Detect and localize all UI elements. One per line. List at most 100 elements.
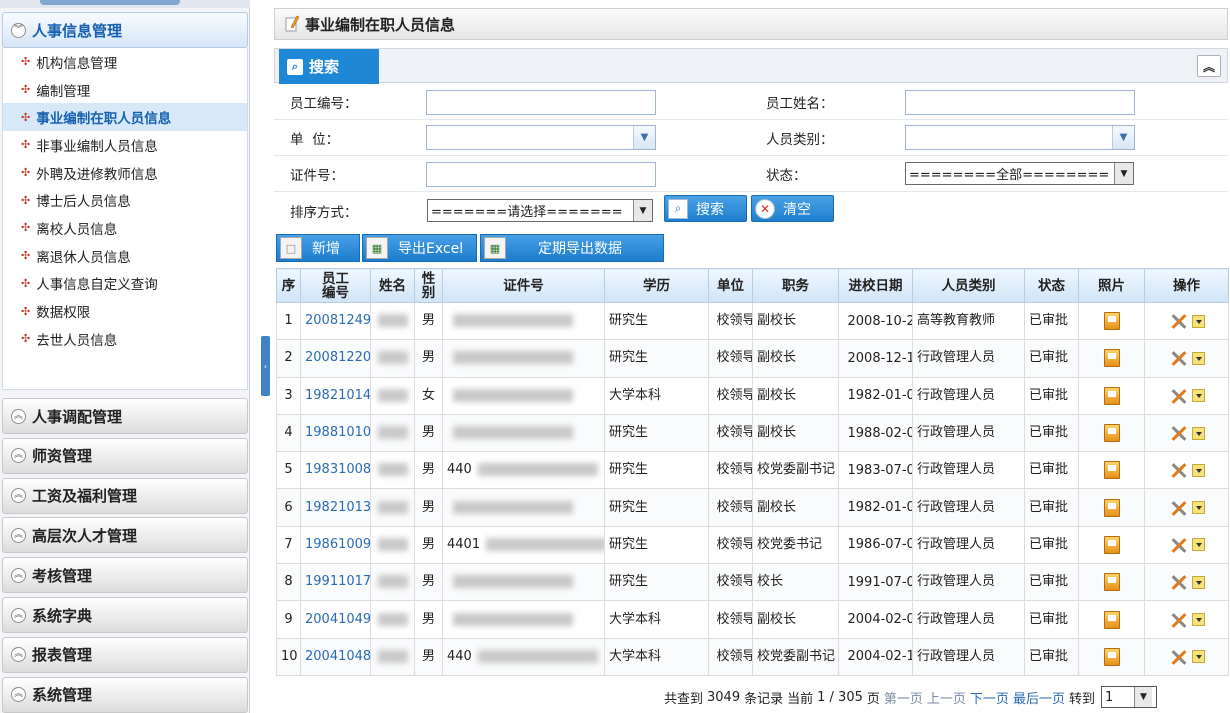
tools-icon[interactable] [1168, 348, 1188, 368]
col-category[interactable]: 人员类别 [912, 268, 1025, 303]
table-row[interactable]: 6 19821013 男 研究生校领导副校长 1982-01-01行政管理人员已审批 [276, 488, 1229, 527]
tools-icon[interactable] [1168, 572, 1188, 592]
sidebar-collapse-handle[interactable]: ‹ [261, 336, 270, 396]
emp-no-link[interactable]: 19821014 [305, 388, 370, 403]
dropdown-arrow-icon[interactable] [1192, 463, 1205, 477]
dropdown-arrow-icon[interactable] [1192, 426, 1205, 440]
sidebar-subitem[interactable]: ✣ 数据权限 [3, 297, 247, 325]
dropdown-arrow-icon[interactable] [1192, 575, 1205, 589]
sidebar-subitem[interactable]: ✣ 去世人员信息 [3, 325, 247, 353]
search-tab[interactable]: ⌕ 搜索 [279, 49, 379, 84]
tools-icon[interactable] [1168, 498, 1188, 518]
sidebar-section[interactable]: ︽ 工资及福利管理 [2, 477, 248, 514]
sidebar-subitem[interactable]: ✣ 外聘及进修教师信息 [3, 159, 247, 187]
dropdown-arrow-icon[interactable] [1192, 389, 1205, 403]
unit-select[interactable]: ▼ [426, 125, 656, 150]
tools-icon[interactable] [1168, 386, 1188, 406]
table-row[interactable]: 8 19911017 男 研究生校领导校长 1991-07-01行政管理人员已审批 [276, 563, 1229, 602]
status-select[interactable]: ========全部======== ▼ [905, 162, 1134, 185]
emp-no-link[interactable]: 19911017 [305, 574, 370, 589]
photo-icon[interactable] [1103, 573, 1120, 592]
photo-icon[interactable] [1103, 610, 1120, 629]
photo-icon[interactable] [1103, 349, 1120, 368]
sidebar-section[interactable]: ︽ 系统管理 [2, 676, 248, 713]
dropdown-arrow-icon[interactable] [1192, 351, 1205, 365]
col-name[interactable]: 姓名 [370, 268, 415, 303]
dropdown-arrow-icon[interactable] [1192, 501, 1205, 515]
sidebar-subitem[interactable]: ✣ 博士后人员信息 [3, 186, 247, 214]
emp-no-link[interactable]: 19881010 [305, 425, 370, 440]
col-unit[interactable]: 单位 [708, 268, 753, 303]
photo-icon[interactable] [1103, 312, 1120, 331]
col-entry-date[interactable]: 进校日期 [838, 268, 913, 303]
table-row[interactable]: 2 20081220 男 研究生校领导副校长 2008-12-18行政管理人员已审批 [276, 339, 1229, 378]
table-row[interactable]: 10 20041048 男440 大学本科校领导校党委副书记 2004-02-17行政管… [276, 637, 1229, 676]
col-gender[interactable]: 性别 [414, 268, 443, 303]
photo-icon[interactable] [1103, 498, 1120, 517]
pager-first[interactable]: 第一页 [884, 688, 923, 707]
table-row[interactable]: 1 20081249 男 研究生校领导副校长 2008-10-27高等教育教师已审批 [276, 301, 1229, 341]
table-row[interactable]: 3 19821014 女 大学本科校领导副校长 1982-01-01行政管理人员已审批 [276, 376, 1229, 415]
photo-icon[interactable] [1103, 386, 1120, 405]
table-row[interactable]: 9 20041049 男 大学本科校领导副校长 2004-02-01行政管理人员已审批 [276, 600, 1229, 639]
photo-icon[interactable] [1103, 647, 1120, 666]
photo-icon[interactable] [1103, 461, 1120, 480]
scheduled-export-button[interactable]: ▦ 定期导出数据 [480, 234, 664, 262]
sidebar-section[interactable]: ︽ 报表管理 [2, 636, 248, 673]
id-no-input[interactable] [426, 162, 656, 187]
emp-no-link[interactable]: 20081249 [305, 313, 370, 328]
sort-select[interactable]: =======请选择======= ▼ [427, 199, 653, 222]
pager-prev[interactable]: 上一页 [927, 688, 966, 707]
tools-icon[interactable] [1168, 311, 1188, 331]
sidebar-subitem[interactable]: ✣ 离校人员信息 [3, 214, 247, 242]
pager-last[interactable]: 最后一页 [1013, 688, 1065, 707]
tools-icon[interactable] [1168, 610, 1188, 630]
sidebar-subitem[interactable]: ✣ 人事信息自定义查询 [3, 270, 247, 298]
tools-icon[interactable] [1168, 460, 1188, 480]
dropdown-arrow-icon[interactable] [1192, 314, 1205, 328]
table-row[interactable]: 4 19881010 男 研究生校领导副校长 1988-02-01行政管理人员已审批 [276, 413, 1229, 453]
sidebar-section[interactable]: ︽ 师资管理 [2, 437, 248, 474]
tools-icon[interactable] [1168, 535, 1188, 555]
sidebar-section[interactable]: ︽ 系统字典 [2, 597, 248, 633]
sidebar-subitem[interactable]: ✣ 事业编制在职人员信息 [3, 103, 247, 132]
emp-no-link[interactable]: 20081220 [305, 350, 370, 365]
emp-no-link[interactable]: 20041049 [305, 612, 370, 627]
collapse-search-button[interactable]: ︽ [1197, 55, 1221, 77]
col-education[interactable]: 学历 [604, 268, 709, 303]
sidebar-section[interactable]: ︽ 考核管理 [2, 557, 248, 594]
sidebar-section[interactable]: ︽ 人事调配管理 [2, 398, 248, 434]
tools-icon[interactable] [1168, 647, 1188, 667]
pager-next[interactable]: 下一页 [970, 688, 1009, 707]
sidebar-subitem[interactable]: ✣ 机构信息管理 [3, 48, 247, 76]
search-button[interactable]: ⌕ 搜索 [664, 195, 747, 222]
clear-button[interactable]: ✕ 清空 [751, 195, 834, 222]
sidebar-subitem[interactable]: ✣ 非事业编制人员信息 [3, 131, 247, 159]
sidebar-section[interactable]: ︽ 高层次人才管理 [2, 517, 248, 554]
emp-no-link[interactable]: 19861009 [305, 537, 370, 552]
photo-icon[interactable] [1103, 424, 1120, 443]
tools-icon[interactable] [1168, 423, 1188, 443]
table-row[interactable]: 5 19831008 男440 研究生校领导校党委副书记 1983-07-01行政管理人… [276, 451, 1229, 490]
emp-no-link[interactable]: 20041048 [305, 649, 370, 664]
dropdown-arrow-icon[interactable] [1192, 650, 1205, 664]
export-excel-button[interactable]: ▦ 导出Excel [362, 234, 477, 262]
emp-name-input[interactable] [905, 90, 1135, 115]
sidebar-subitem[interactable]: ✣ 编制管理 [3, 76, 247, 104]
sidebar-subitem[interactable]: ✣ 离退休人员信息 [3, 242, 247, 270]
col-emp-no[interactable]: 员工编号 [300, 268, 371, 303]
sidebar-section-hr-info[interactable]: ︾ 人事信息管理 [2, 12, 248, 48]
category-select[interactable]: ▼ [905, 125, 1135, 150]
emp-no-link[interactable]: 19821013 [305, 500, 370, 515]
col-id-no[interactable]: 证件号 [442, 268, 605, 303]
dropdown-arrow-icon[interactable] [1192, 613, 1205, 627]
photo-icon[interactable] [1103, 535, 1120, 554]
emp-no-link[interactable]: 19831008 [305, 462, 370, 477]
emp-no-input[interactable] [426, 90, 656, 115]
add-button[interactable]: □ 新增 [276, 234, 360, 262]
col-position[interactable]: 职务 [752, 268, 839, 303]
pager-goto-select[interactable]: 1 ▼ [1100, 686, 1157, 708]
dropdown-arrow-icon[interactable] [1192, 538, 1205, 552]
col-status[interactable]: 状态 [1024, 268, 1079, 303]
table-row[interactable]: 7 19861009 男4401 研究生校领导校党委书记 1986-07-01行政管理人… [276, 525, 1229, 565]
